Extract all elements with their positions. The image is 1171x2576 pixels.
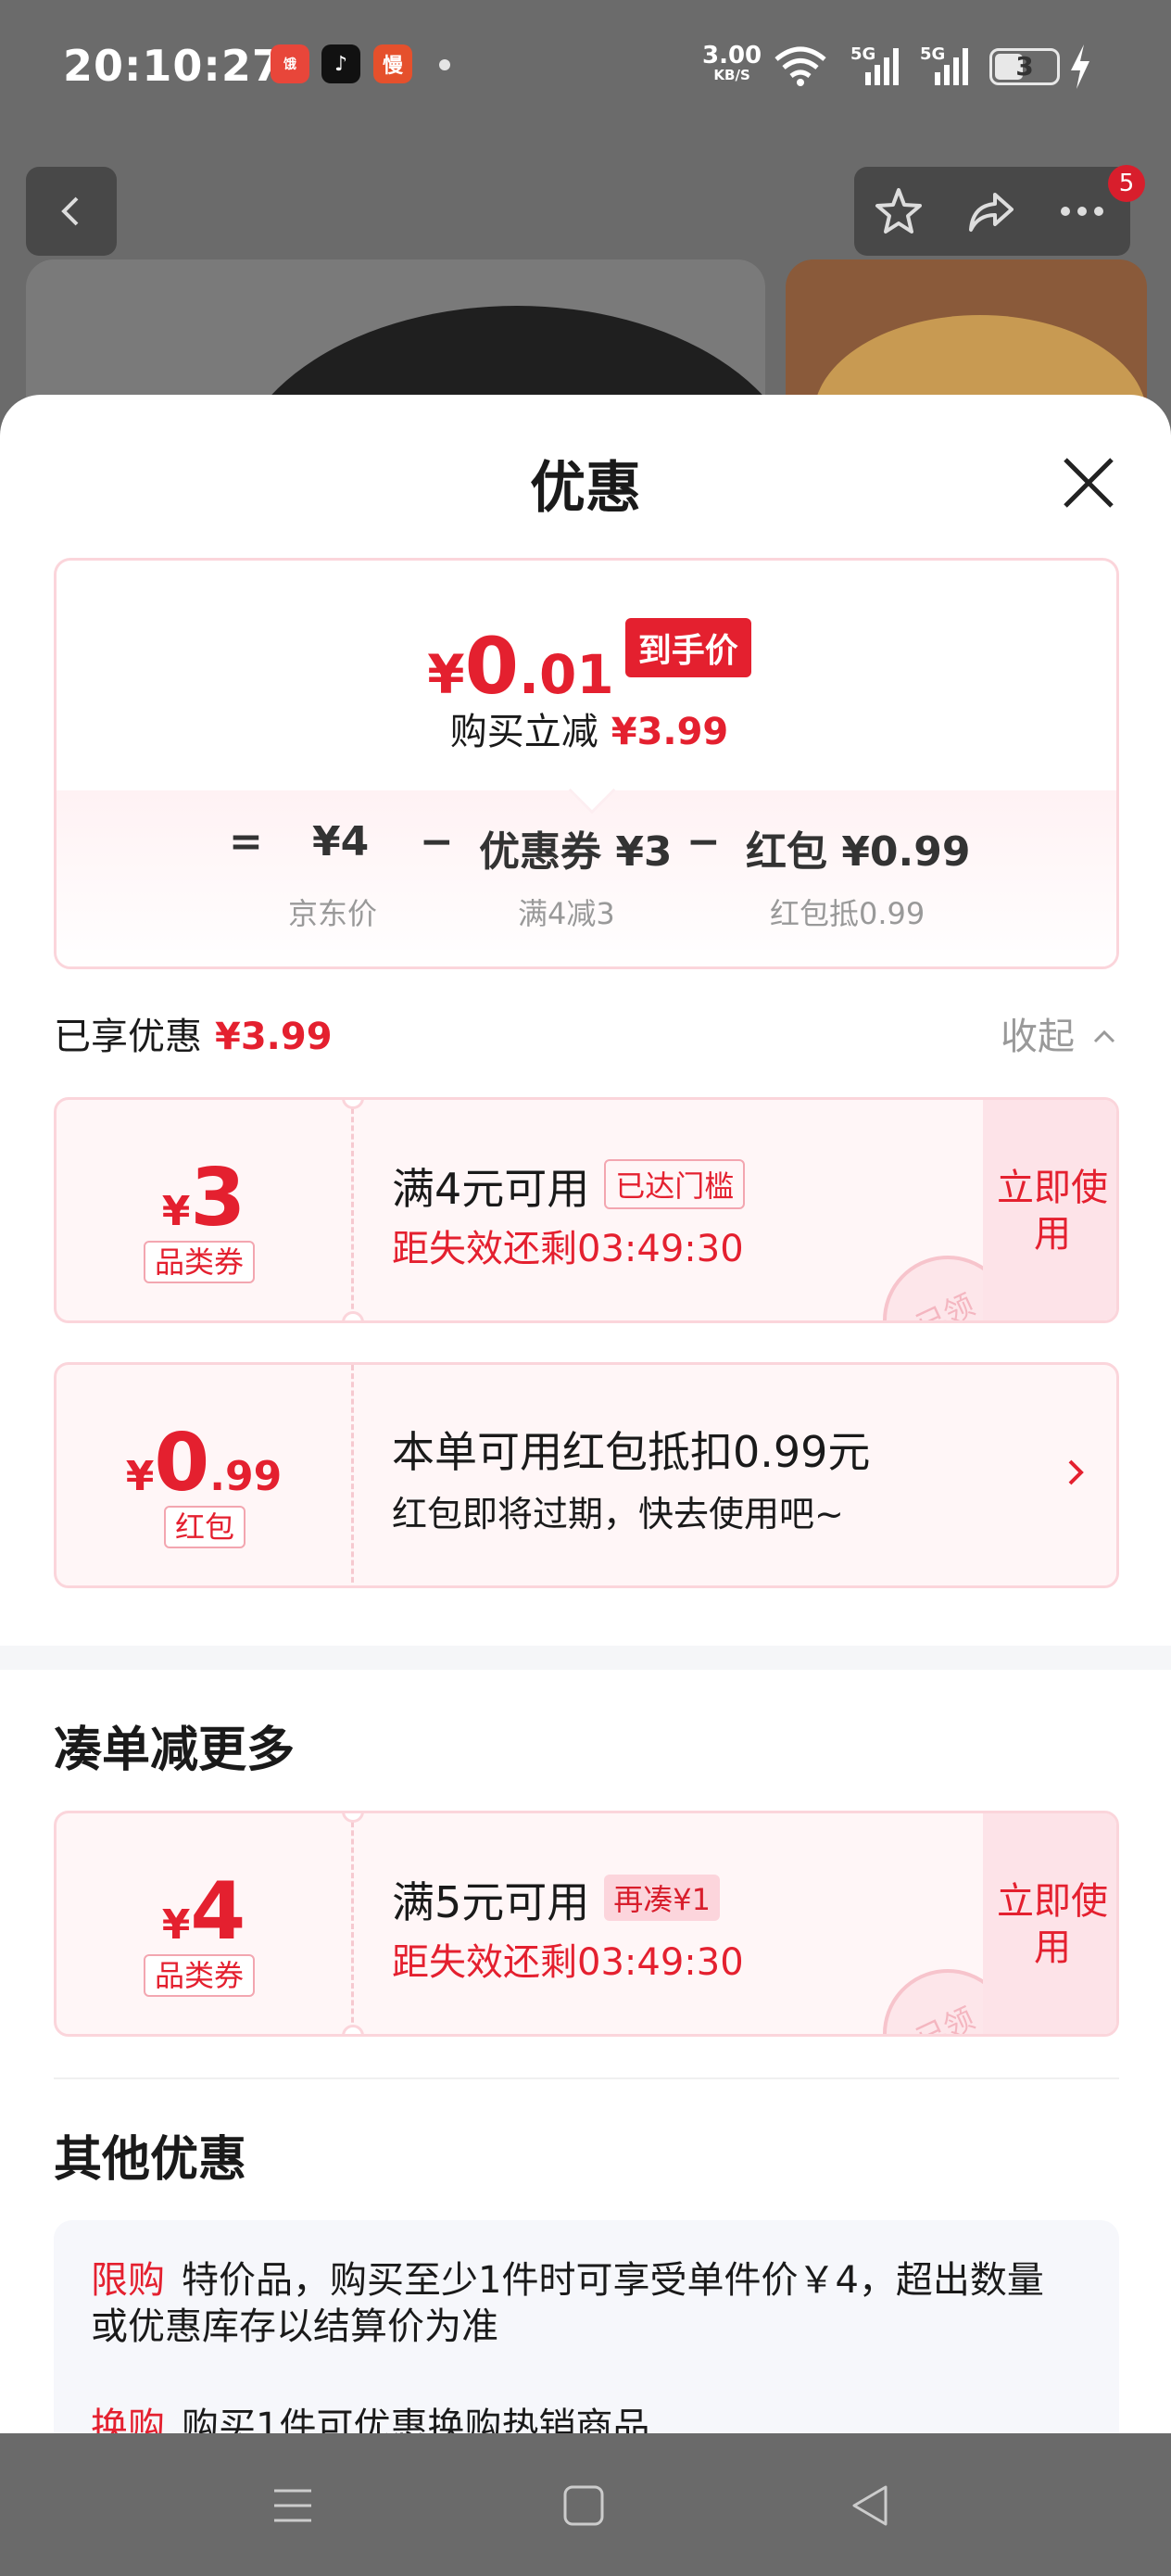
sheet-title: 优惠 <box>530 456 641 521</box>
collapse-button[interactable]: 收起 <box>1001 1006 1123 1060</box>
formula-minus: − <box>420 818 454 865</box>
add-more-tag: 再凑¥1 <box>604 1875 721 1921</box>
signal-icon-sim1 <box>865 48 899 85</box>
formula-redpacket: 红包 ¥0.99 <box>746 828 971 876</box>
redpacket-card[interactable]: ¥0.99 红包 本单可用红包抵扣0.99元 红包即将过期，快去使用吧~ <box>54 1362 1119 1588</box>
share-button[interactable] <box>963 183 1019 239</box>
formula-equals: = <box>229 818 263 865</box>
coupon-type-tag: 品类券 <box>144 1241 256 1283</box>
battery-icon: 3 <box>989 48 1060 85</box>
discount-sheet: 优惠 ¥0.01 到手价 购买立减 ¥3.99 = ¥4 − 优惠券 ¥3 − 红包… <box>0 395 1171 2433</box>
charging-icon <box>1071 44 1089 89</box>
limit-purchase-label: 限购 <box>91 2259 165 2302</box>
chevron-up-icon <box>1093 1029 1114 1043</box>
exchange-purchase-rule[interactable]: 换购 购买1件可优惠换购热销商品 <box>91 2396 649 2433</box>
other-discount-title: 其他优惠 <box>54 2132 247 2188</box>
more-button[interactable] <box>1054 183 1110 239</box>
coupon-currency: ¥ <box>161 1901 191 1949</box>
coupon-condition: 满4元可用 已达门槛 <box>392 1155 746 1217</box>
formula-coupon-sub: 满4减3 <box>518 896 615 931</box>
coupon-countdown: 距失效还剩03:49:30 <box>392 1941 744 1984</box>
more-discount-title: 凑单减更多 <box>54 1723 296 1778</box>
status-time: 20:10:27 <box>63 41 283 91</box>
redpacket-value: 0 <box>154 1417 210 1509</box>
redpacket-decimal: .99 <box>209 1453 283 1500</box>
close-button[interactable] <box>1056 450 1121 515</box>
exchange-purchase-text: 购买1件可优惠换购热销商品 <box>182 2406 650 2433</box>
message-count-badge: 5 <box>1108 165 1145 202</box>
formula-jd-label: 京东价 <box>288 896 378 931</box>
redpacket-expiry-hint: 红包即将过期，快去使用吧~ <box>392 1494 844 1534</box>
instant-discount: 购买立减 ¥3.99 <box>57 701 1116 755</box>
network-speed-value: 3.00 <box>702 42 762 69</box>
formula-jd-price: ¥4 <box>312 818 370 865</box>
enjoyed-discount: 已享优惠 ¥3.99 <box>54 1006 333 1060</box>
app-notification-icon-douyin: ♪ <box>321 44 360 83</box>
instant-discount-value: ¥3.99 <box>611 711 729 753</box>
coupon-card[interactable]: ¥4 品类券 满5元可用 再凑¥1 距失效还剩03:49:30 已领 立即使用 <box>54 1811 1119 2037</box>
divider-line <box>54 2077 1119 2079</box>
coupon-value: 3 <box>190 1152 246 1244</box>
coupon-value: 4 <box>190 1865 246 1958</box>
collapse-label: 收起 <box>1001 1016 1075 1058</box>
coupon-type-tag: 品类券 <box>144 1954 256 1997</box>
redpacket-currency: ¥ <box>125 1453 155 1500</box>
coupon-condition-text: 满4元可用 <box>392 1164 590 1214</box>
exchange-purchase-label: 换购 <box>91 2406 165 2433</box>
redpacket-type-tag: 红包 <box>164 1506 246 1548</box>
final-price-badge: 到手价 <box>624 618 751 677</box>
limit-purchase-rule: 限购 特价品，购买至少1件时可享受单件价￥4，超出数量或优惠库存以结算价为准 <box>91 2257 1073 2350</box>
signal-icon-sim2 <box>935 48 968 85</box>
formula-minus: − <box>686 818 721 865</box>
coupon-condition: 满5元可用 再凑¥1 <box>392 1869 721 1930</box>
coupon-countdown: 距失效还剩03:49:30 <box>392 1228 744 1270</box>
system-navigation-bar <box>0 2433 1171 2576</box>
chevron-left-icon <box>61 196 79 226</box>
price-summary-card: ¥0.01 到手价 购买立减 ¥3.99 = ¥4 − 优惠券 ¥3 − 红包 ¥0… <box>54 558 1119 969</box>
use-now-button[interactable]: 立即使用 <box>983 1813 1116 2034</box>
threshold-reached-tag: 已达门槛 <box>604 1159 746 1209</box>
coupon-card[interactable]: ¥3 品类券 满4元可用 已达门槛 距失效还剩03:49:30 已领 立即使用 <box>54 1097 1119 1323</box>
coupon-currency: ¥ <box>161 1188 191 1235</box>
coupon-amount: ¥3 <box>57 1152 351 1244</box>
redpacket-amount: ¥0.99 <box>57 1417 351 1509</box>
formula-coupon: 优惠券 ¥3 <box>479 828 673 876</box>
enjoyed-value: ¥3.99 <box>215 1016 333 1058</box>
more-dots-icon <box>1061 207 1103 216</box>
wifi-icon <box>774 46 826 86</box>
coupon-amount: ¥4 <box>57 1865 351 1958</box>
use-now-button[interactable]: 立即使用 <box>983 1100 1116 1320</box>
back-triangle-icon[interactable] <box>843 2478 899 2533</box>
section-divider <box>0 1646 1171 1670</box>
final-price-integer: 0 <box>464 621 520 712</box>
app-notification-icon-eleme: 饿 <box>271 44 309 83</box>
coupon-condition-text: 满5元可用 <box>392 1877 590 1927</box>
back-button[interactable] <box>26 167 117 256</box>
other-discount-box: 限购 特价品，购买至少1件时可享受单件价￥4，超出数量或优惠库存以结算价为准 换购… <box>54 2220 1119 2433</box>
formula-redpacket-sub: 红包抵0.99 <box>770 896 925 931</box>
instant-discount-label: 购买立减 <box>449 711 598 753</box>
chevron-right-icon[interactable] <box>1057 1454 1094 1491</box>
enjoyed-label: 已享优惠 <box>54 1016 202 1058</box>
app-notification-icon-slow: 慢 <box>373 44 412 83</box>
network-speed: 3.00 KB/S <box>702 44 762 83</box>
final-price: ¥0.01 到手价 <box>57 618 1116 712</box>
favorite-button[interactable] <box>871 183 926 239</box>
star-icon <box>875 188 922 234</box>
final-price-decimal: .01 <box>519 643 614 706</box>
final-price-currency: ¥ <box>427 643 465 706</box>
home-icon[interactable] <box>556 2478 611 2533</box>
share-icon <box>969 193 1014 232</box>
status-bar: 20:10:27 饿 ♪ 慢 3.00 KB/S 5G 5G 3 <box>0 0 1171 139</box>
redpacket-description: 本单可用红包抵扣0.99元 <box>392 1427 871 1477</box>
limit-purchase-text: 特价品，购买至少1件时可享受单件价￥4，超出数量或优惠库存以结算价为准 <box>91 2259 1044 2348</box>
nav-actions <box>854 167 1130 256</box>
more-notifications-dot-icon <box>439 59 450 70</box>
menu-icon[interactable] <box>265 2478 321 2533</box>
battery-level: 3 <box>1015 51 1034 82</box>
